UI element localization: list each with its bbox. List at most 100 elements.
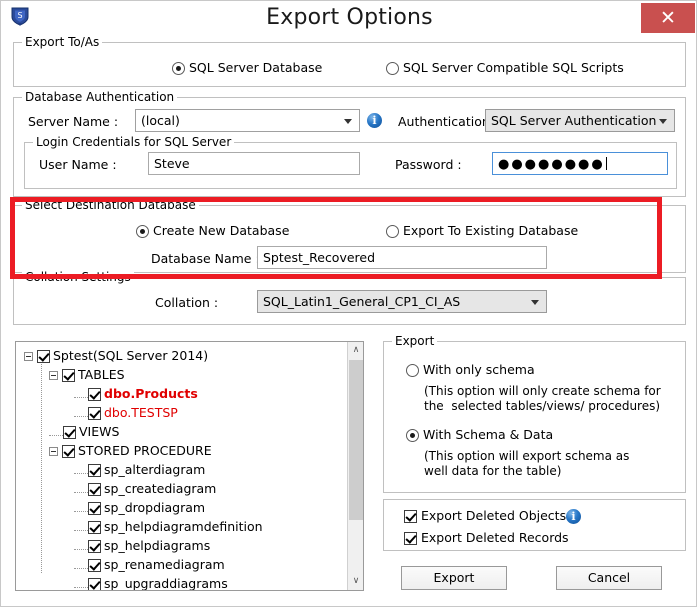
tree-collapse-icon[interactable] [49,371,58,380]
radio-sql-scripts-indicator[interactable] [386,62,399,75]
checkbox-export-deleted-objects-label[interactable]: Export Deleted Objects [421,508,566,523]
tree-node[interactable]: sp_alterdiagram [24,460,347,479]
tree-node-label[interactable]: VIEWS [79,424,119,439]
radio-with-only-schema-indicator[interactable] [406,364,419,377]
tree-node-checkbox[interactable] [37,350,50,363]
radio-export-existing-database-indicator[interactable] [386,225,399,238]
user-name-label: User Name : [39,157,117,172]
checkbox-export-deleted-records-indicator[interactable] [404,532,417,545]
tree-node[interactable]: sp_dropdiagram [24,498,347,517]
login-credentials-group: Login Credentials for SQL Server User Na… [24,142,677,189]
tree-node[interactable]: VIEWS [24,422,347,441]
collation-settings-legend: Collation Settings [22,270,134,284]
tree-node-checkbox[interactable] [88,578,101,590]
radio-with-only-schema-label[interactable]: With only schema [423,362,535,377]
scroll-down-icon[interactable]: ∨ [348,573,364,590]
radio-with-schema-and-data-indicator[interactable] [406,429,419,442]
close-icon[interactable]: ✕ [641,3,695,33]
tree-node-checkbox[interactable] [62,369,75,382]
tree-node-label[interactable]: sp_upgraddiagrams [104,576,228,590]
tree-branch-line [74,389,88,398]
radio-sql-scripts-label[interactable]: SQL Server Compatible SQL Scripts [403,60,624,75]
tree-collapse-icon[interactable] [49,447,58,456]
radio-create-new-database[interactable]: Create New Database [136,223,289,239]
tree-node-label[interactable]: STORED PROCEDURE [78,443,212,458]
tree-node-label[interactable]: sp_dropdiagram [104,500,205,515]
tree-node-checkbox[interactable] [62,445,75,458]
tree-node-checkbox[interactable] [88,540,101,553]
export-button[interactable]: Export [401,566,507,590]
tree-node[interactable]: sp_upgraddiagrams [24,574,347,590]
tree-node-checkbox[interactable] [63,426,76,439]
server-name-combo[interactable]: (local) [135,109,360,132]
radio-sql-server-database-label[interactable]: SQL Server Database [189,60,322,75]
radio-sql-server-database-indicator[interactable] [172,62,185,75]
tree-node-label[interactable]: sp_helpdiagramdefinition [104,519,263,534]
text-caret [606,157,607,170]
database-name-label: Database Name : [151,251,260,266]
user-name-input[interactable]: Steve [148,152,360,175]
tree-node-label[interactable]: sp_helpdiagrams [104,538,210,553]
server-name-value: (local) [141,113,180,128]
collation-label: Collation : [155,295,218,310]
tree-node-checkbox[interactable] [88,502,101,515]
radio-create-new-database-indicator[interactable] [136,225,149,238]
tree-node-label[interactable]: TABLES [78,367,125,382]
tree-node[interactable]: sp_helpdiagrams [24,536,347,555]
tree-node[interactable]: Sptest(SQL Server 2014) [24,346,347,365]
scroll-up-icon[interactable]: ∧ [348,342,364,359]
cancel-button[interactable]: Cancel [556,566,662,590]
scrollbar-thumb[interactable] [349,360,363,520]
chevron-down-icon[interactable] [531,300,539,305]
tree-node[interactable]: TABLES [24,365,347,384]
with-only-schema-note: (This option will only create schema for… [424,384,661,414]
radio-sql-server-database[interactable]: SQL Server Database [172,60,322,76]
chevron-down-icon[interactable] [659,119,667,124]
tree-node-checkbox[interactable] [88,464,101,477]
tree-node[interactable]: sp_helpdiagramdefinition [24,517,347,536]
checkbox-export-deleted-objects-indicator[interactable] [404,510,417,523]
tree-node[interactable]: dbo.TESTSP [24,403,347,422]
collation-combo[interactable]: SQL_Latin1_General_CP1_CI_AS [257,290,547,313]
tree-collapse-icon[interactable] [24,352,33,361]
tree-node-label[interactable]: dbo.Products [104,386,198,401]
database-authentication-group: Database Authentication Server Name : (l… [13,97,686,197]
server-info-icon[interactable] [367,113,382,128]
radio-with-schema-and-data-label[interactable]: With Schema & Data [423,427,553,442]
deleted-objects-info-icon[interactable] [566,509,581,524]
tree-node-label[interactable]: Sptest(SQL Server 2014) [53,348,208,363]
radio-export-existing-database[interactable]: Export To Existing Database [386,223,578,239]
tree-node-label[interactable]: dbo.TESTSP [104,405,178,420]
tree-node-checkbox[interactable] [88,388,101,401]
radio-with-only-schema[interactable]: With only schema [406,362,535,378]
tree-scrollbar[interactable]: ∧ ∨ [347,342,363,590]
object-tree-panel[interactable]: Sptest(SQL Server 2014) TABLES dbo.Product… [15,341,364,591]
tree-node[interactable]: dbo.Products [24,384,347,403]
tree-node[interactable]: STORED PROCEDURE [24,441,347,460]
tree-branch-line [74,408,88,417]
checkbox-export-deleted-objects[interactable]: Export Deleted Objects [404,508,566,524]
tree-node-checkbox[interactable] [88,483,101,496]
database-name-input[interactable]: Sptest_Recovered [257,246,547,269]
tree-node[interactable]: sp_creatediagram [24,479,347,498]
checkbox-export-deleted-records[interactable]: Export Deleted Records [404,530,569,546]
authentication-combo[interactable]: SQL Server Authentication [485,109,675,132]
database-authentication-legend: Database Authentication [22,90,177,104]
collation-value: SQL_Latin1_General_CP1_CI_AS [263,294,460,309]
tree-node-label[interactable]: sp_renamediagram [104,557,225,572]
tree-node-checkbox[interactable] [88,407,101,420]
tree-node-label[interactable]: sp_creatediagram [104,481,216,496]
destination-database-legend: Select Destination Database [22,198,199,212]
tree-node-label[interactable]: sp_alterdiagram [104,462,205,477]
radio-export-existing-database-label[interactable]: Export To Existing Database [403,223,578,238]
radio-sql-scripts[interactable]: SQL Server Compatible SQL Scripts [386,60,624,76]
tree-node[interactable]: sp_renamediagram [24,555,347,574]
tree-node-checkbox[interactable] [88,559,101,572]
password-input[interactable]: ●●●●●●●● [492,152,668,175]
page-title: Export Options [1,1,697,34]
chevron-down-icon[interactable] [344,119,352,124]
radio-create-new-database-label[interactable]: Create New Database [153,223,289,238]
radio-with-schema-and-data[interactable]: With Schema & Data [406,427,553,443]
tree-node-checkbox[interactable] [88,521,101,534]
checkbox-export-deleted-records-label[interactable]: Export Deleted Records [421,530,569,545]
